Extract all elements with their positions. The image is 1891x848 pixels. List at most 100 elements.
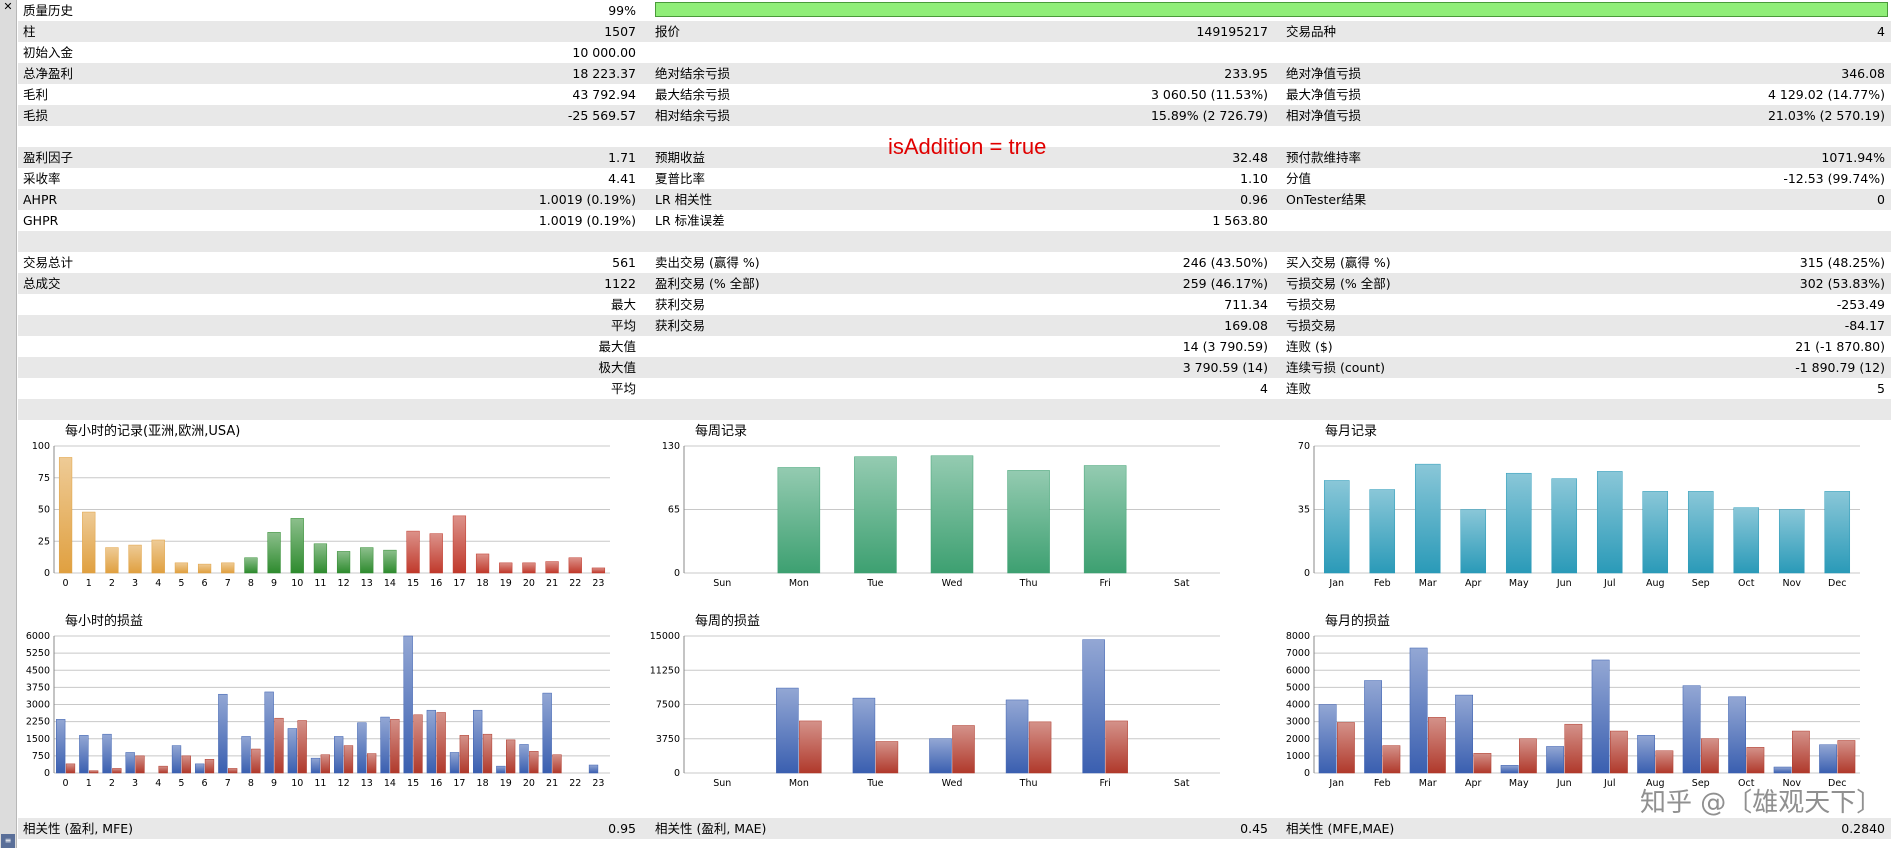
bar-loss [952, 725, 975, 774]
stats-row: 最大 获利交易 711.34 亏损交易 -253.49 [18, 294, 1891, 315]
chart-svg: 075015002250300037504500525060000 1 2 3 4 5 6 7… [26, 631, 610, 789]
weekly-records-chart: 每周记录 0 65 130 Sun Mon Tue Wed Thu Fri Sat [650, 420, 1230, 595]
vertical-tab-icon[interactable]: ≡ [1, 834, 15, 848]
y-tick-label: 2000 [1286, 734, 1310, 745]
close-icon[interactable]: ✕ [1, 0, 15, 14]
stat-c2v: 169.08 [1224, 318, 1268, 333]
x-tick-label: 1 [86, 578, 92, 589]
stats-row-quality: 质量历史 99% [18, 0, 1891, 21]
bar-loss [459, 735, 469, 774]
bar-profit [929, 738, 952, 774]
bar-profit [56, 719, 66, 774]
y-tick-label: 6000 [1286, 665, 1310, 676]
footer-label-3: 相关性 (MFE,MAE) [1286, 821, 1395, 836]
y-tick-label: 0 [674, 568, 680, 579]
stat-c3v: 21.03% (2 570.19) [1767, 108, 1885, 123]
bar-loss [158, 765, 168, 774]
bar-profit [449, 752, 460, 774]
bar-loss [1382, 745, 1401, 774]
stat-c2v [918, 42, 1268, 63]
x-tick-label: Aug [1646, 578, 1665, 589]
stat-c1v: 最大值 [598, 339, 636, 354]
bar-loss [343, 745, 354, 774]
y-tick-label: 0 [44, 568, 50, 579]
y-tick-label: 0 [1304, 568, 1310, 579]
bar [1007, 470, 1050, 574]
y-tick-label: 5000 [1286, 682, 1310, 693]
bar-profit [1005, 699, 1029, 774]
y-tick-label: 3000 [26, 700, 50, 711]
x-tick-label: 12 [338, 778, 350, 789]
x-tick-label: Thu [1019, 778, 1038, 789]
footer-label-2: 相关性 (盈利, MAE) [655, 821, 767, 836]
y-tick-label: 750 [32, 751, 50, 762]
bar [290, 518, 304, 574]
bar [1778, 509, 1805, 574]
bar-loss [65, 763, 76, 774]
stat-c3l: 亏损交易 [1286, 318, 1337, 333]
y-tick-label: 4500 [26, 665, 50, 676]
stat-c2v: 233.95 [1224, 66, 1268, 81]
chart-svg: 0 3750 7500 11250 15000 Sun Mon Tue Wed Thu Fri Sat [650, 631, 1220, 789]
x-tick-label: 23 [592, 578, 604, 589]
x-tick-label: 15 [407, 778, 419, 789]
stat-c1v: 平均 [610, 381, 636, 396]
bar-profit [380, 716, 390, 774]
bar-profit [264, 691, 274, 774]
stat-c2l: 报价 [655, 24, 681, 39]
stats-row: 平均 获利交易 169.08 亏损交易 -84.17 [18, 315, 1891, 336]
x-tick-label: 21 [546, 778, 558, 789]
stat-c1v: 10 000.00 [572, 45, 636, 60]
bar-loss [112, 768, 122, 774]
footer-value-2: 0.45 [1240, 821, 1268, 836]
x-tick-label: Fri [1099, 578, 1110, 589]
stat-c3l: 连败 [1286, 381, 1312, 396]
stat-c3v: -1 890.79 (12) [1795, 360, 1885, 375]
y-tick-label: 75 [38, 473, 50, 484]
stat-c1l: 采收率 [23, 171, 61, 186]
stat-c2l: 获利交易 [655, 297, 706, 312]
y-tick-label: 7500 [656, 700, 680, 711]
bar-loss [799, 720, 822, 774]
bar [174, 562, 189, 574]
stat-c3v [1518, 231, 1885, 252]
x-tick-label: Wed [942, 578, 963, 589]
bar-profit [1409, 647, 1428, 774]
stat-c2l: 夏普比率 [655, 171, 706, 186]
stat-c3v: -84.17 [1844, 318, 1885, 333]
x-tick-label: 6 [202, 578, 208, 589]
y-tick-label: 0 [674, 768, 680, 779]
bar-profit [102, 733, 112, 774]
stats-row: 极大值 3 790.59 (14) 连续亏损 (count) -1 890.79 (1… [18, 357, 1891, 378]
stat-c1v: 561 [612, 255, 636, 270]
stat-c3v [1518, 210, 1885, 231]
weekly-pnl-chart: 每周的损益 0 3750 7500 11250 15000 Sun Mon Tue Wed Thu… [650, 610, 1230, 795]
stat-c3v: 5 [1877, 381, 1885, 396]
stat-c3l: 连续亏损 (count) [1286, 360, 1385, 375]
quality-progress-bar [655, 2, 1888, 17]
stat-c1v: 极大值 [598, 360, 636, 375]
bar-profit [1637, 735, 1655, 774]
stat-c3v: 0 [1877, 192, 1885, 207]
stat-c2v: 1 563.80 [1212, 213, 1268, 228]
bar-loss [1473, 753, 1492, 774]
watermark: 知乎 @〔雄观天下〕 [1640, 788, 1883, 818]
stat-c2v: 246 (43.50%) [1182, 255, 1268, 270]
x-tick-label: Apr [1465, 778, 1482, 789]
bar-loss [251, 748, 261, 774]
stat-c2v: 0.96 [1240, 192, 1268, 207]
quality-value: 99% [608, 3, 636, 18]
x-tick-label: 17 [453, 578, 465, 589]
bar-profit [1455, 694, 1474, 774]
bar-profit [1546, 746, 1564, 774]
x-tick-label: 16 [430, 778, 442, 789]
x-tick-label: 13 [361, 578, 373, 589]
x-tick-label: Dec [1828, 578, 1846, 589]
y-tick-label: 6000 [26, 631, 50, 642]
x-tick-label: 11 [314, 778, 326, 789]
bar-loss [482, 733, 493, 774]
x-tick-label: Feb [1374, 778, 1391, 789]
stat-c3v: 4 129.02 (14.77%) [1767, 87, 1885, 102]
stat-c3v: 4 [1877, 24, 1885, 39]
bar-profit [79, 735, 89, 774]
